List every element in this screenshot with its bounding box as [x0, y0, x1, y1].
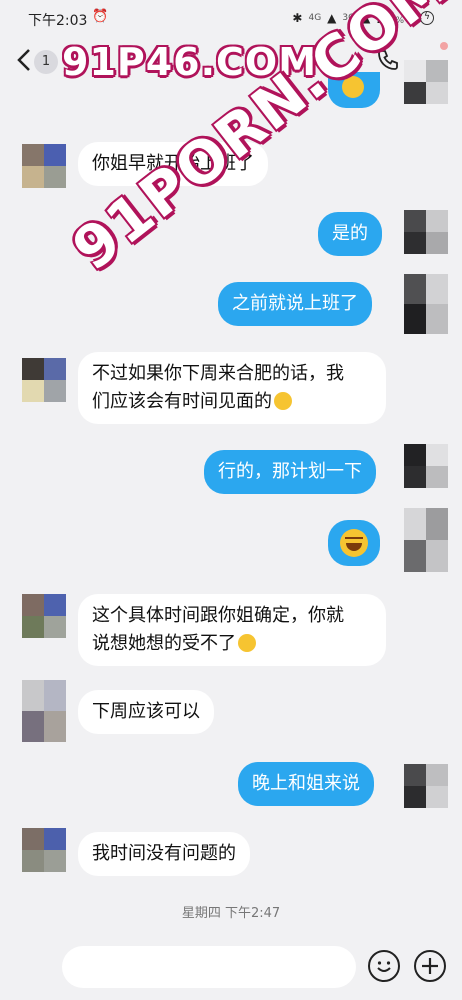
network-b: 3G — [342, 13, 356, 23]
message-bubble[interactable]: 是的 — [318, 212, 382, 256]
battery-level: 25% — [376, 9, 404, 27]
laughing-tears-emoji-icon — [340, 529, 368, 557]
signal-icon-a: ▲ — [327, 11, 337, 25]
watermark-logo: 91P46.COM — [62, 40, 318, 84]
message-bubble[interactable]: 这个具体时间跟你姐确定，你就 说想她想的受不了 — [78, 594, 386, 666]
avatar[interactable] — [22, 358, 66, 402]
message-line: 们应该会有时间见面的 — [92, 388, 372, 416]
emoji-button[interactable] — [368, 950, 400, 982]
message-bubble[interactable]: 不过如果你下周来合肥的话，我 们应该会有时间见面的 — [78, 352, 386, 424]
signal-icon-b: ▲ — [361, 11, 371, 25]
charging-icon: ϟ — [420, 11, 434, 25]
shy-emoji-icon — [274, 392, 292, 410]
avatar[interactable] — [22, 828, 66, 872]
laughing-emoji-icon — [342, 76, 364, 98]
avatar[interactable] — [404, 60, 448, 104]
avatar[interactable] — [22, 144, 66, 188]
bluetooth-icon: ✱ — [292, 11, 303, 25]
message-bubble[interactable]: 下周应该可以 — [78, 690, 214, 734]
avatar[interactable] — [404, 508, 448, 572]
smiley-icon — [377, 961, 391, 972]
network-a: 4G — [308, 13, 322, 23]
avatar[interactable] — [404, 274, 448, 334]
status-time: 下午2:03 — [28, 13, 88, 29]
avatar[interactable] — [404, 764, 448, 808]
phone-call-icon[interactable] — [376, 48, 400, 72]
message-bubble[interactable]: 你姐早就开始上班了 — [78, 142, 268, 186]
message-bubble-partial[interactable] — [328, 72, 380, 108]
alarm-icon: ⏰ — [92, 9, 109, 24]
notification-dot — [440, 42, 448, 50]
avatar[interactable] — [404, 444, 448, 488]
back-arrow-icon[interactable] — [16, 48, 32, 72]
message-input[interactable] — [62, 946, 356, 988]
message-line: 不过如果你下周来合肥的话，我 — [92, 363, 344, 384]
avatar[interactable] — [404, 210, 448, 254]
plus-icon — [422, 958, 438, 974]
message-line: 说想她想的受不了 — [92, 630, 372, 658]
timestamp: 星期四 下午2:47 — [181, 906, 281, 921]
message-bubble[interactable]: 晚上和姐来说 — [238, 762, 374, 806]
unread-badge: 1 — [34, 50, 58, 74]
message-line: 这个具体时间跟你姐确定，你就 — [92, 605, 344, 626]
message-bubble[interactable]: 之前就说上班了 — [218, 282, 372, 326]
avatar[interactable] — [22, 594, 66, 638]
message-bubble[interactable]: 我时间没有问题的 — [78, 832, 250, 876]
status-indicators: ✱ 4G ▲ 3G ▲ 25% ϟ — [292, 9, 434, 27]
add-button[interactable] — [414, 950, 446, 982]
message-bubble-emoji[interactable] — [328, 520, 380, 566]
avatar[interactable] — [22, 680, 66, 742]
message-bubble[interactable]: 行的，那计划一下 — [204, 450, 376, 494]
grin-emoji-icon — [238, 634, 256, 652]
status-bar: 下午2:03 ⏰ ✱ 4G ▲ 3G ▲ 25% ϟ — [0, 0, 462, 36]
